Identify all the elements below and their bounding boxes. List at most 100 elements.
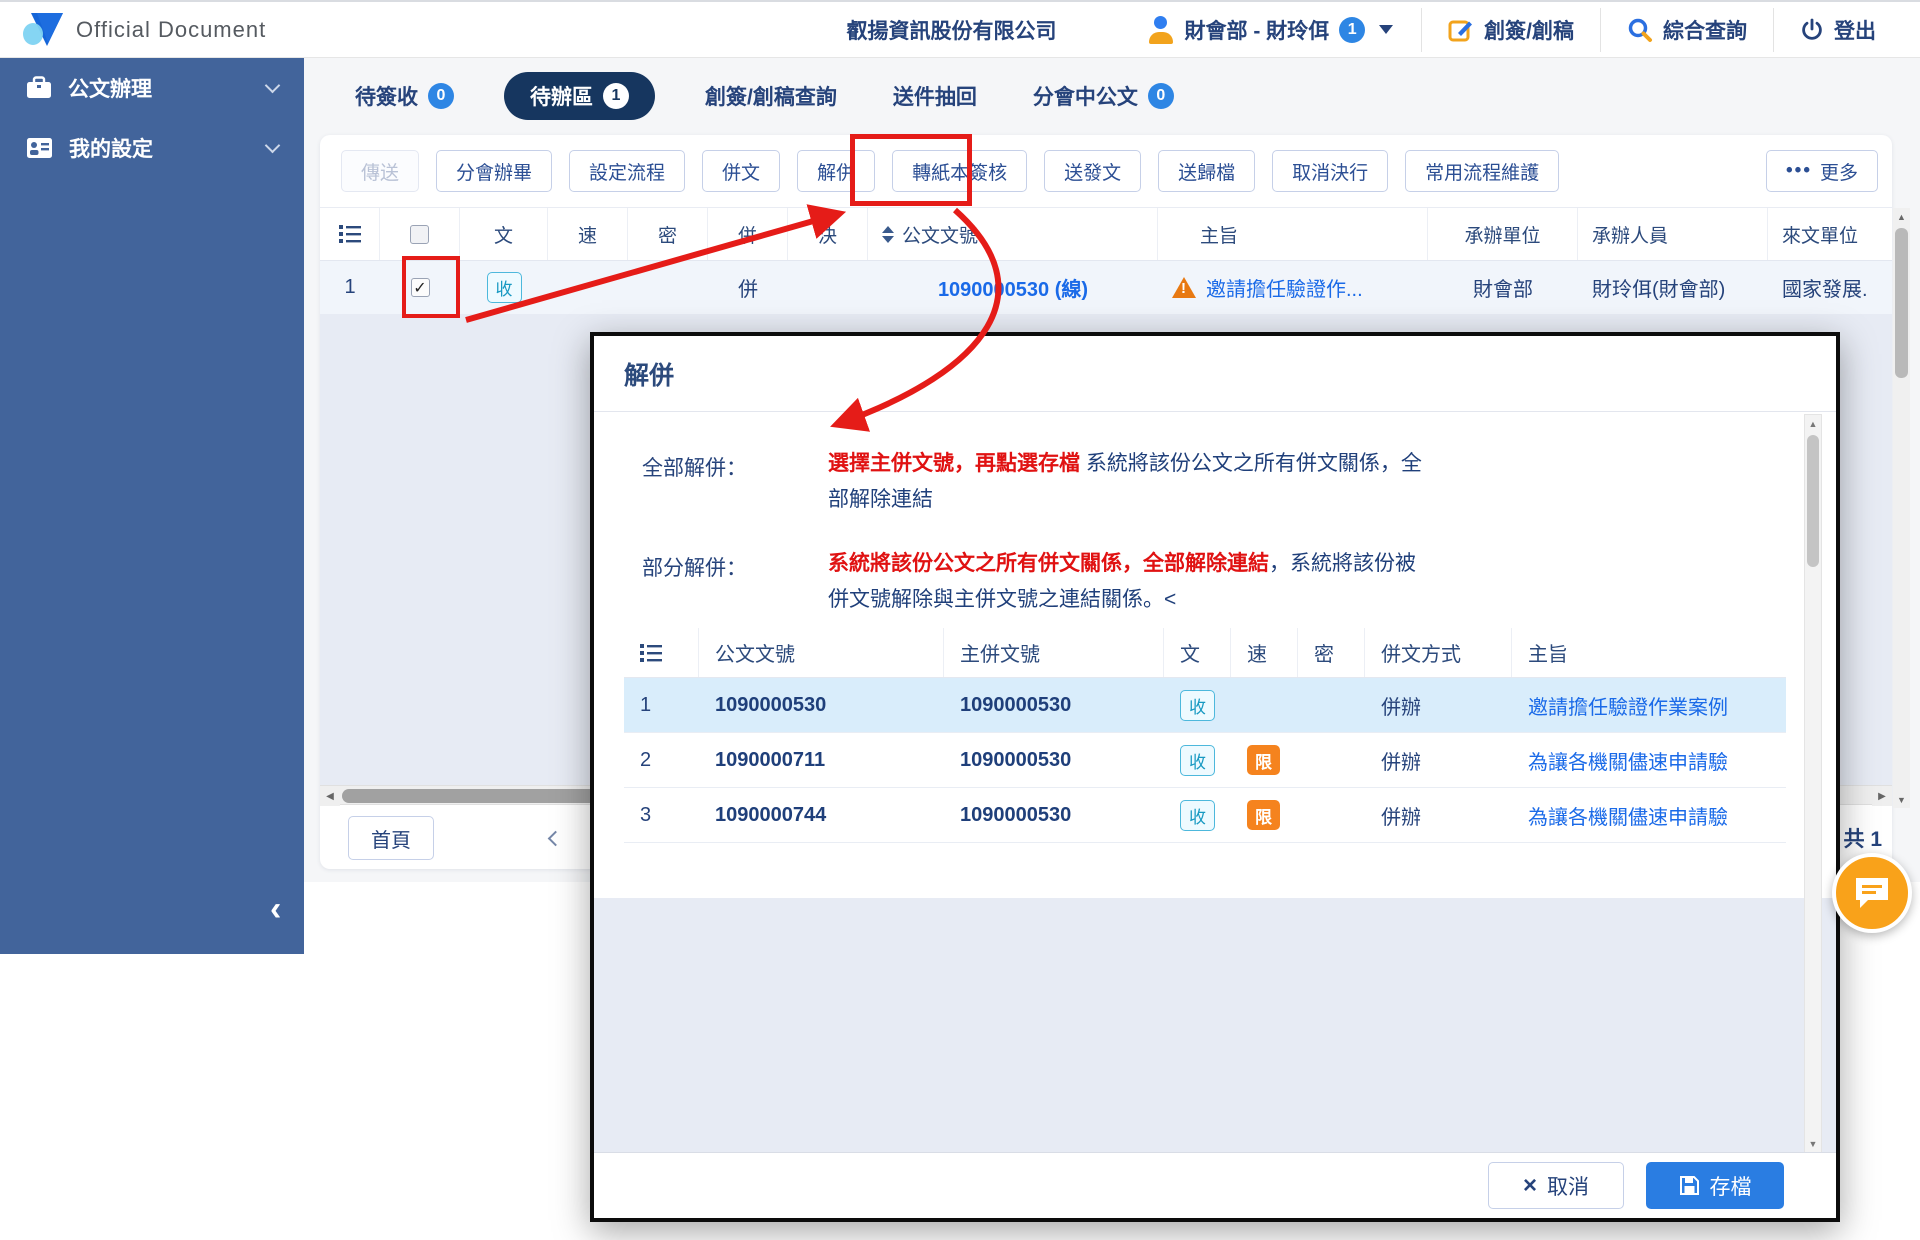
create-draft-button[interactable]: 創簽/創稿 xyxy=(1421,7,1600,52)
first-page-button[interactable]: 首頁 xyxy=(348,816,434,860)
unit-cell: 財會部 xyxy=(1473,279,1533,301)
main-number-cell: 1090000530 xyxy=(960,803,1072,826)
row-index: 3 xyxy=(640,803,652,826)
prev-page-icon[interactable] xyxy=(547,830,564,846)
person-cell: 財玲佴(財會部) xyxy=(1592,279,1726,301)
sidebar-item-my-settings[interactable]: 我的設定 xyxy=(0,118,304,178)
row-checkbox[interactable]: ✓ xyxy=(410,278,430,297)
subject-link[interactable]: 為讓各機關儘速申請驗 xyxy=(1528,746,1728,775)
subject-link[interactable]: 為讓各機關儘速申請驗 xyxy=(1528,801,1728,830)
partial-unmerge-red-text: 系統將該份公文之所有併文關係，全部解除連結 xyxy=(828,552,1269,575)
merge-button[interactable]: 併文 xyxy=(702,150,781,192)
numbered-list-icon xyxy=(624,628,699,677)
ellipsis-icon: ••• xyxy=(1786,160,1812,181)
dialog-scroll-thumb[interactable] xyxy=(1807,435,1819,567)
scroll-left-icon[interactable]: ◀ xyxy=(320,786,340,806)
horizontal-scroll-thumb[interactable] xyxy=(342,789,620,803)
user-menu[interactable]: 財會部 - 財玲佴 1 xyxy=(1120,15,1421,45)
send-archive-button[interactable]: 送歸檔 xyxy=(1158,150,1256,192)
col-doc-number-label: 公文文號 xyxy=(902,225,979,247)
briefcase-icon xyxy=(27,76,51,98)
cancel-button[interactable]: × 取消 xyxy=(1488,1162,1624,1209)
total-count: 共 1 xyxy=(1843,828,1882,851)
warning-triangle-icon xyxy=(1172,277,1196,298)
tab-dispatch-docs[interactable]: 分會中公文 0 xyxy=(1027,72,1180,120)
table-row[interactable]: 1 ✓ 收 併 1090000530 (線) 邀請擔任驗證作... 財會部 財玲… xyxy=(320,261,1892,314)
scroll-up-icon[interactable]: ▲ xyxy=(1893,208,1910,225)
sidebar-collapse-button[interactable]: ‹ xyxy=(270,892,281,926)
col-subject: 主旨 xyxy=(1528,644,1568,666)
unmerge-row[interactable]: 2 1090000711 1090000530 收 限 併辦 為讓各機關儘速申請… xyxy=(624,733,1786,788)
more-label: 更多 xyxy=(1819,162,1858,184)
col-doc-number-sort[interactable]: 公文文號 xyxy=(868,208,1158,260)
col-speed: 速 xyxy=(1231,628,1298,677)
col-security: 密 xyxy=(1298,628,1365,677)
tab-label: 創簽/創稿查詢 xyxy=(705,86,837,109)
unmerge-dialog: 解併 全部解併： 選擇主併文號，再點選存檔 系統將該份公文之所有併文關係，全部解… xyxy=(590,332,1840,1222)
tab-draft-query[interactable]: 創簽/創稿查詢 xyxy=(699,72,843,120)
full-unmerge-red-text: 選擇主併文號，再點選存檔 xyxy=(828,452,1080,475)
send-issue-button[interactable]: 送發文 xyxy=(1044,150,1142,192)
sidebar-item-label: 我的設定 xyxy=(69,138,153,161)
save-button[interactable]: 存檔 xyxy=(1646,1162,1784,1209)
scroll-down-icon[interactable]: ▼ xyxy=(1805,1135,1821,1153)
more-button[interactable]: ••• 更多 xyxy=(1766,150,1878,192)
unmerge-row[interactable]: 3 1090000744 1090000530 收 限 併辦 為讓各機關儘速申請… xyxy=(624,788,1786,843)
scroll-right-icon[interactable]: ▶ xyxy=(1872,786,1892,806)
company-name: 叡揚資訊股份有限公司 xyxy=(846,19,1057,43)
logout-button[interactable]: 登出 xyxy=(1773,7,1902,52)
cancel-approval-button[interactable]: 取消決行 xyxy=(1272,150,1389,192)
col-unit: 承辦單位 xyxy=(1428,208,1578,260)
floppy-icon xyxy=(1679,1176,1699,1195)
tab-badge: 1 xyxy=(603,83,629,109)
merge-flag: 併 xyxy=(738,279,758,301)
send-button[interactable]: 傳送 xyxy=(341,150,420,192)
doc-number-link[interactable]: 1090000530 (線) xyxy=(938,273,1088,302)
main-number-cell: 1090000530 xyxy=(960,693,1072,716)
set-flow-button[interactable]: 設定流程 xyxy=(569,150,686,192)
dispatch-done-button[interactable]: 分會辦畢 xyxy=(436,150,553,192)
tab-label: 送件抽回 xyxy=(892,86,977,109)
tab-label: 待簽收 xyxy=(355,86,418,109)
col-person: 承辦人員 xyxy=(1578,208,1768,260)
doc-number-cell: 1090000744 xyxy=(715,803,827,826)
dialog-scrollbar[interactable]: ▲ ▼ xyxy=(1804,414,1822,1154)
subject-link[interactable]: 邀請擔任驗證作業案例 xyxy=(1528,691,1728,720)
dialog-title: 解併 xyxy=(594,336,1836,412)
save-label: 存檔 xyxy=(1709,1175,1752,1199)
scroll-up-icon[interactable]: ▲ xyxy=(1805,415,1821,433)
doc-number-cell: 1090000530 xyxy=(715,693,827,716)
tab-recall[interactable]: 送件抽回 xyxy=(887,72,983,120)
sidebar: 公文辦理 我的設定 ‹ xyxy=(0,58,304,954)
scroll-down-icon[interactable]: ▼ xyxy=(1893,791,1910,808)
chevron-down-icon xyxy=(264,137,281,153)
doc-number-cell: 1090000711 xyxy=(715,748,826,771)
app-header: Official Document 叡揚資訊股份有限公司 財會部 - 財玲佴 1… xyxy=(0,0,1920,58)
col-doc-type: 文 xyxy=(1164,628,1231,677)
pen-square-icon xyxy=(1448,20,1473,41)
received-badge: 收 xyxy=(1180,744,1215,776)
source-cell: 國家發展. xyxy=(1782,279,1868,301)
tab-label: 分會中公文 xyxy=(1032,86,1138,109)
col-speed: 速 xyxy=(548,208,628,260)
partial-unmerge-label: 部分解併： xyxy=(642,557,747,580)
global-search-button[interactable]: 綜合查詢 xyxy=(1600,7,1773,52)
chat-widget-button[interactable] xyxy=(1832,853,1912,933)
paper-sign-button[interactable]: 轉紙本簽核 xyxy=(892,150,1028,192)
common-flow-button[interactable]: 常用流程維護 xyxy=(1405,150,1560,192)
select-all-checkbox[interactable] xyxy=(410,224,429,244)
vertical-scrollbar[interactable]: ▲ ▼ xyxy=(1893,208,1910,808)
restricted-badge: 限 xyxy=(1247,800,1280,830)
received-badge: 收 xyxy=(1180,799,1215,831)
tab-pending-sign[interactable]: 待簽收 0 xyxy=(349,72,460,120)
vertical-scroll-thumb[interactable] xyxy=(1895,228,1908,378)
tab-pending-work[interactable]: 待辦區 1 xyxy=(504,72,655,120)
chevron-down-icon xyxy=(264,77,281,93)
subject-link[interactable]: 邀請擔任驗證作... xyxy=(1206,273,1363,302)
magnifier-icon xyxy=(1628,18,1652,42)
cancel-label: 取消 xyxy=(1547,1175,1589,1199)
unmerge-button[interactable]: 解併 xyxy=(797,150,876,192)
unmerge-table: 公文文號 主併文號 文 速 密 併文方式 主旨 1 1090000530 109… xyxy=(624,628,1786,843)
sidebar-item-document-management[interactable]: 公文辦理 xyxy=(0,58,304,118)
unmerge-row[interactable]: 1 1090000530 1090000530 收 併辦 邀請擔任驗證作業案例 xyxy=(624,678,1786,733)
